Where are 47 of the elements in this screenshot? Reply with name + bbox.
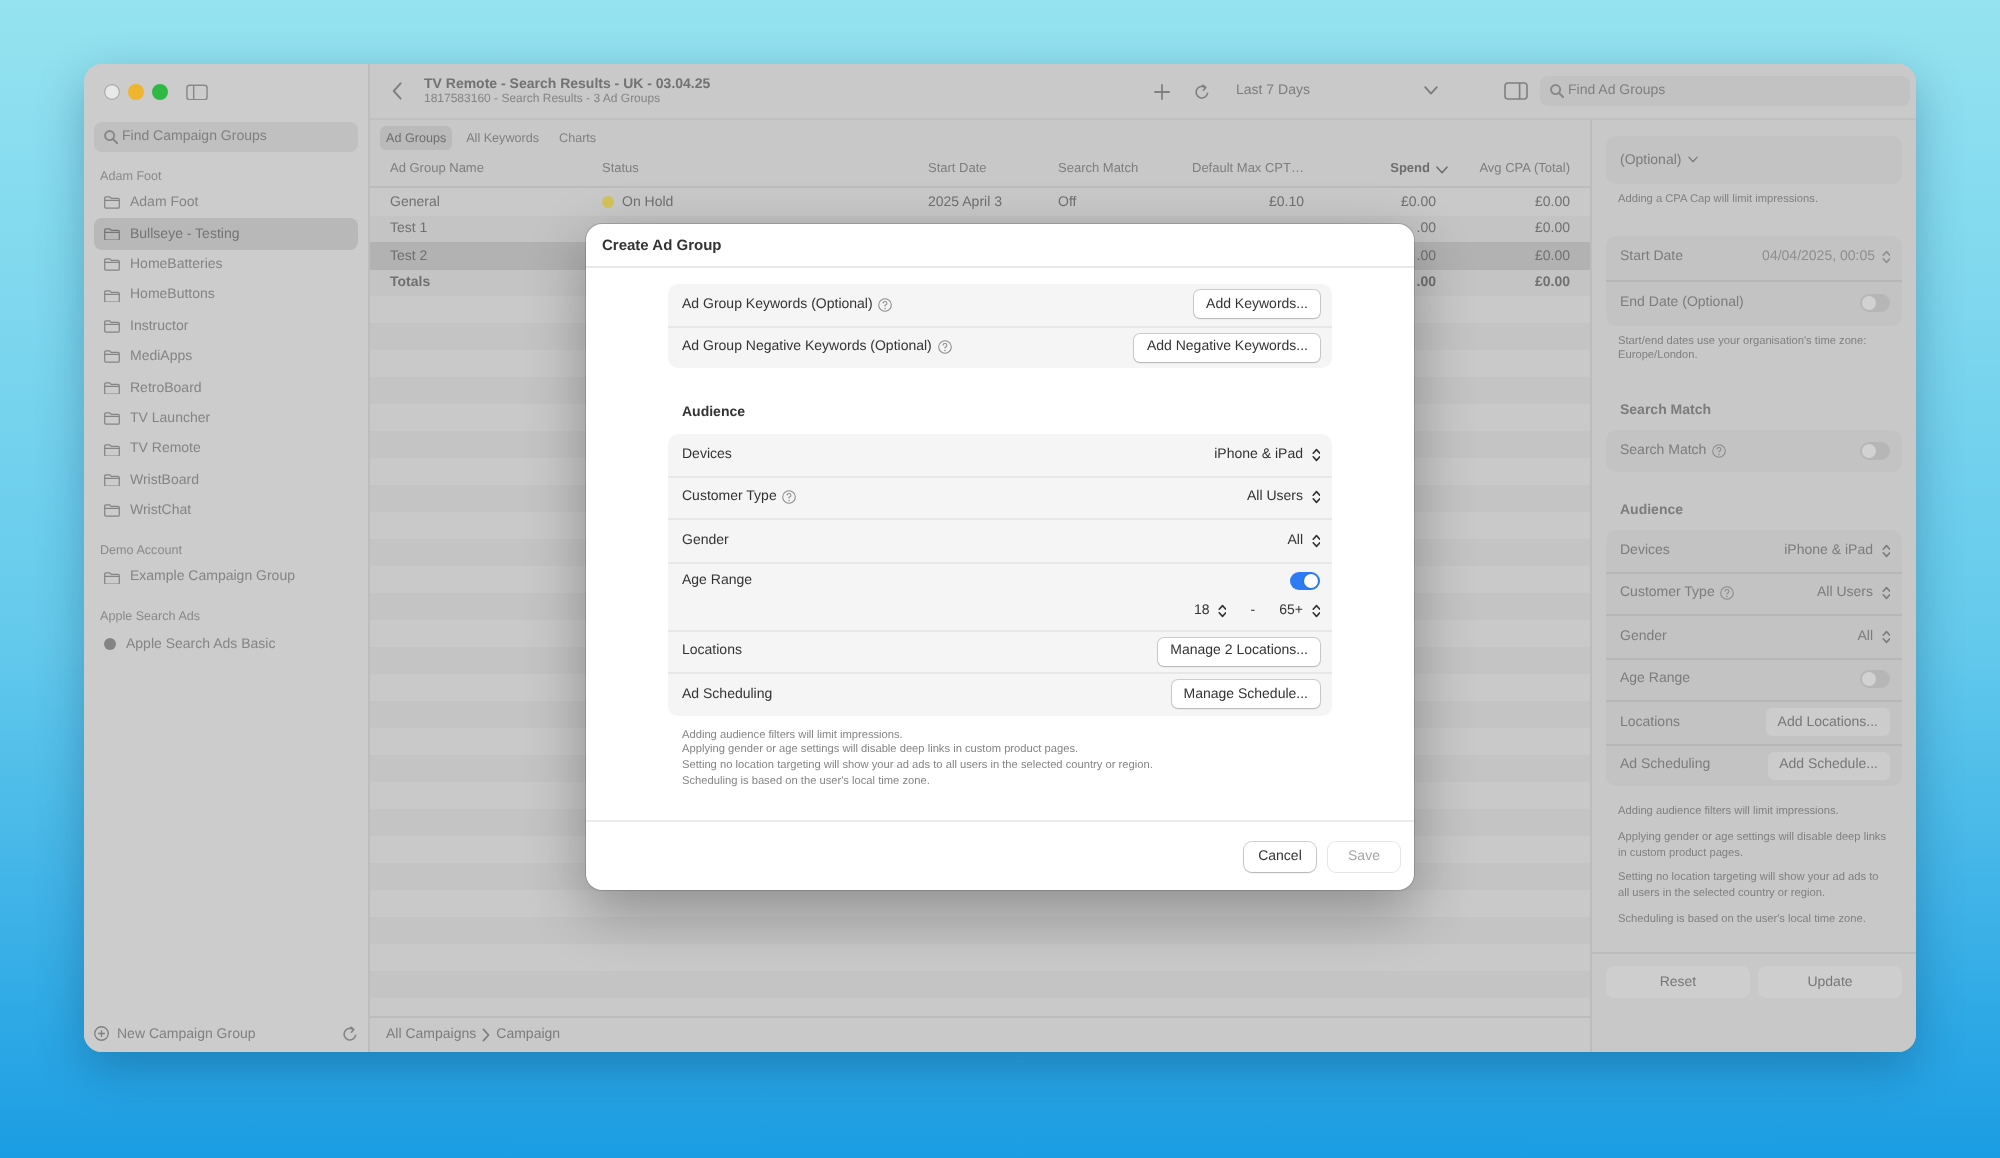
toggle-switch[interactable] (1860, 294, 1890, 313)
folder-icon (104, 412, 120, 426)
up-down-chevron-icon (1881, 543, 1890, 558)
search-icon (104, 130, 118, 144)
folder-icon (104, 571, 120, 585)
plus-circle-icon (94, 1026, 109, 1042)
close-icon[interactable] (104, 84, 120, 100)
chevron-down-icon (1424, 86, 1438, 96)
toggle-switch[interactable] (1290, 571, 1320, 589)
folder-icon (104, 381, 120, 395)
folder-icon (104, 289, 120, 303)
folder-icon (104, 320, 120, 333)
minimize-icon[interactable] (128, 84, 144, 100)
up-down-chevron-icon (1311, 447, 1320, 462)
plus-icon[interactable] (1154, 83, 1170, 99)
up-down-chevron-icon (1311, 604, 1320, 618)
up-down-chevron-icon (1311, 533, 1320, 548)
up-down-chevron-icon (1217, 604, 1227, 618)
panel-icon[interactable] (1504, 82, 1528, 100)
search-icon (1550, 84, 1564, 98)
chevron-down-icon (1687, 156, 1698, 164)
folder-icon (104, 504, 120, 518)
help-icon[interactable] (1720, 586, 1735, 601)
refresh-icon[interactable] (1194, 83, 1210, 99)
up-down-chevron-icon (1881, 250, 1890, 265)
folder-icon (104, 350, 120, 364)
toggle-switch[interactable] (1860, 441, 1890, 460)
dot-icon (104, 638, 116, 651)
folder-icon (104, 473, 120, 487)
folder-icon (104, 227, 120, 241)
help-icon[interactable] (782, 490, 797, 505)
up-down-chevron-icon (1881, 586, 1890, 601)
up-down-chevron-icon (1311, 490, 1320, 505)
folder-icon (104, 258, 120, 272)
help-icon[interactable] (937, 340, 952, 355)
refresh-icon[interactable] (342, 1026, 358, 1042)
folder-icon (104, 196, 120, 210)
chevron-down-icon (1436, 165, 1448, 174)
help-icon[interactable] (878, 297, 893, 312)
toggle-switch[interactable] (1860, 670, 1890, 689)
sidebar-icon[interactable] (186, 83, 208, 101)
help-icon[interactable] (1712, 443, 1727, 458)
chevron-right-icon (482, 1028, 491, 1042)
zoom-icon[interactable] (152, 84, 168, 100)
up-down-chevron-icon (1881, 629, 1890, 644)
back-icon[interactable] (392, 82, 402, 100)
folder-icon (104, 443, 120, 457)
